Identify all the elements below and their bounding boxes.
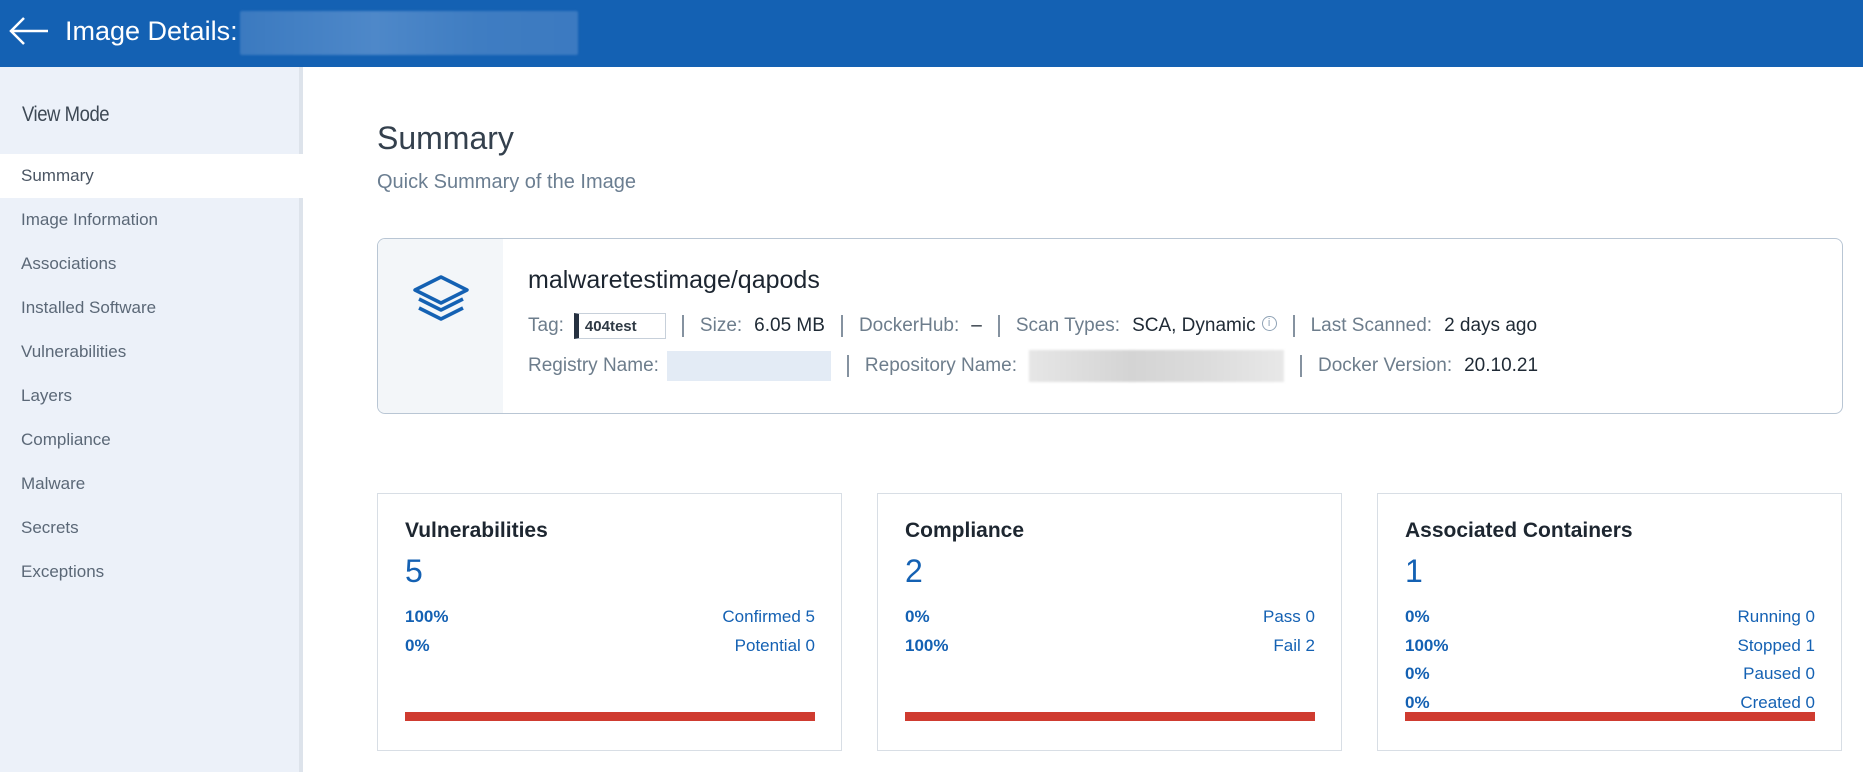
top-header: Image Details:	[0, 0, 1863, 67]
image-icon-panel	[378, 239, 503, 413]
card-count: 1	[1405, 553, 1423, 589]
redacted-registry-name	[666, 351, 831, 381]
card-count: 5	[405, 553, 423, 589]
status-bar	[405, 712, 815, 721]
breakdown-percent: 0%	[1405, 607, 1430, 626]
breakdown-label: Fail 2	[1273, 635, 1315, 655]
image-summary-card: malwaretestimage/qapods Tag: 404test Siz…	[377, 238, 1843, 414]
breakdown-label: Stopped 1	[1737, 635, 1815, 655]
separator	[997, 315, 1000, 337]
last-scanned-value: 2 days ago	[1444, 315, 1538, 336]
registry-name-label: Registry Name:	[528, 355, 659, 376]
sidebar-item-image-information[interactable]: Image Information	[0, 198, 303, 242]
status-bar	[1405, 712, 1815, 721]
sidebar-item-summary[interactable]: Summary	[0, 154, 303, 198]
breakdown-percent: 100%	[905, 635, 949, 655]
breakdown-row: 0% Potential 0	[405, 636, 815, 665]
breakdown-label: Confirmed 5	[722, 607, 815, 626]
sidebar-item-compliance[interactable]: Compliance	[0, 418, 303, 462]
status-bar	[905, 712, 1315, 721]
page-header-title: Image Details:	[65, 16, 238, 46]
tag-badge: 404test	[573, 313, 666, 339]
breakdown-percent: 0%	[1405, 664, 1430, 683]
breakdown-row: 0% Pass 0	[905, 607, 1315, 636]
sidebar-item-secrets[interactable]: Secrets	[0, 506, 303, 550]
card-title: Associated Containers	[1405, 519, 1633, 542]
breakdown-label: Pass 0	[1263, 607, 1315, 626]
compliance-card[interactable]: Compliance 2 0% Pass 0 100% Fail 2	[877, 493, 1342, 751]
sidebar-item-associations[interactable]: Associations	[0, 242, 303, 286]
sidebar-heading: View Mode	[22, 103, 110, 126]
layers-icon	[413, 275, 469, 321]
card-breakdown: 0% Pass 0 100% Fail 2	[905, 607, 1315, 664]
vulnerabilities-card[interactable]: Vulnerabilities 5 100% Confirmed 5 0% Po…	[377, 493, 842, 751]
main-content: Summary Quick Summary of the Image malwa…	[303, 67, 1863, 772]
separator	[1299, 355, 1302, 377]
sidebar-item-exceptions[interactable]: Exceptions	[0, 550, 303, 594]
card-title: Compliance	[905, 519, 1025, 542]
separator	[840, 315, 843, 337]
card-breakdown: 100% Confirmed 5 0% Potential 0	[405, 607, 815, 664]
breakdown-percent: 100%	[1405, 635, 1449, 655]
sidebar-item-vulnerabilities[interactable]: Vulnerabilities	[0, 330, 303, 374]
image-meta-row-1: Tag: 404test Size: 6.05 MB DockerHub: – …	[528, 313, 1537, 339]
size-value: 6.05 MB	[754, 315, 825, 336]
docker-version-label: Docker Version:	[1317, 355, 1453, 376]
image-meta-row-2: Registry Name: Repository Name: Docker V…	[528, 350, 1538, 382]
card-breakdown: 0% Running 0 100% Stopped 1 0% Paused 0 …	[1405, 607, 1815, 721]
breakdown-row: 100% Confirmed 5	[405, 607, 815, 636]
breakdown-percent: 0%	[405, 635, 430, 655]
back-arrow-icon[interactable]	[8, 14, 50, 48]
size-label: Size:	[699, 315, 743, 336]
image-name: malwaretestimage/qapods	[528, 266, 820, 294]
scan-types-label: Scan Types:	[1015, 315, 1121, 336]
page-subtitle: Quick Summary of the Image	[377, 171, 636, 193]
breakdown-row: 0% Running 0	[1405, 607, 1815, 636]
sidebar: View Mode Summary Image Information Asso…	[0, 67, 303, 772]
dockerhub-value: –	[971, 315, 982, 336]
sidebar-item-installed-software[interactable]: Installed Software	[0, 286, 303, 330]
repository-name-label: Repository Name:	[864, 355, 1017, 376]
redacted-repository-name	[1028, 350, 1284, 382]
dockerhub-label: DockerHub:	[858, 315, 960, 336]
redacted-image-name	[240, 11, 578, 55]
sidebar-item-layers[interactable]: Layers	[0, 374, 303, 418]
sidebar-nav: Summary Image Information Associations I…	[0, 154, 303, 594]
tag-label: Tag:	[528, 315, 564, 336]
associated-containers-card[interactable]: Associated Containers 1 0% Running 0 100…	[1377, 493, 1842, 751]
breakdown-label: Paused 0	[1743, 664, 1815, 683]
separator	[846, 355, 849, 377]
breakdown-label: Running 0	[1737, 607, 1815, 626]
breakdown-row: 100% Fail 2	[905, 636, 1315, 665]
info-icon[interactable]: i	[1261, 315, 1277, 331]
page-title: Summary	[377, 120, 514, 156]
breakdown-row: 0% Paused 0	[1405, 664, 1815, 693]
last-scanned-label: Last Scanned:	[1310, 315, 1433, 336]
card-count: 2	[905, 553, 923, 589]
card-title: Vulnerabilities	[405, 519, 548, 542]
breakdown-label: Potential 0	[734, 635, 815, 655]
separator	[1292, 315, 1295, 337]
docker-version-value: 20.10.21	[1464, 355, 1539, 376]
breakdown-percent: 100%	[405, 607, 449, 626]
breakdown-percent: 0%	[905, 607, 930, 626]
separator	[681, 315, 684, 337]
sidebar-item-malware[interactable]: Malware	[0, 462, 303, 506]
breakdown-row: 100% Stopped 1	[1405, 636, 1815, 665]
scan-types-value: SCA, Dynamic	[1132, 315, 1256, 336]
